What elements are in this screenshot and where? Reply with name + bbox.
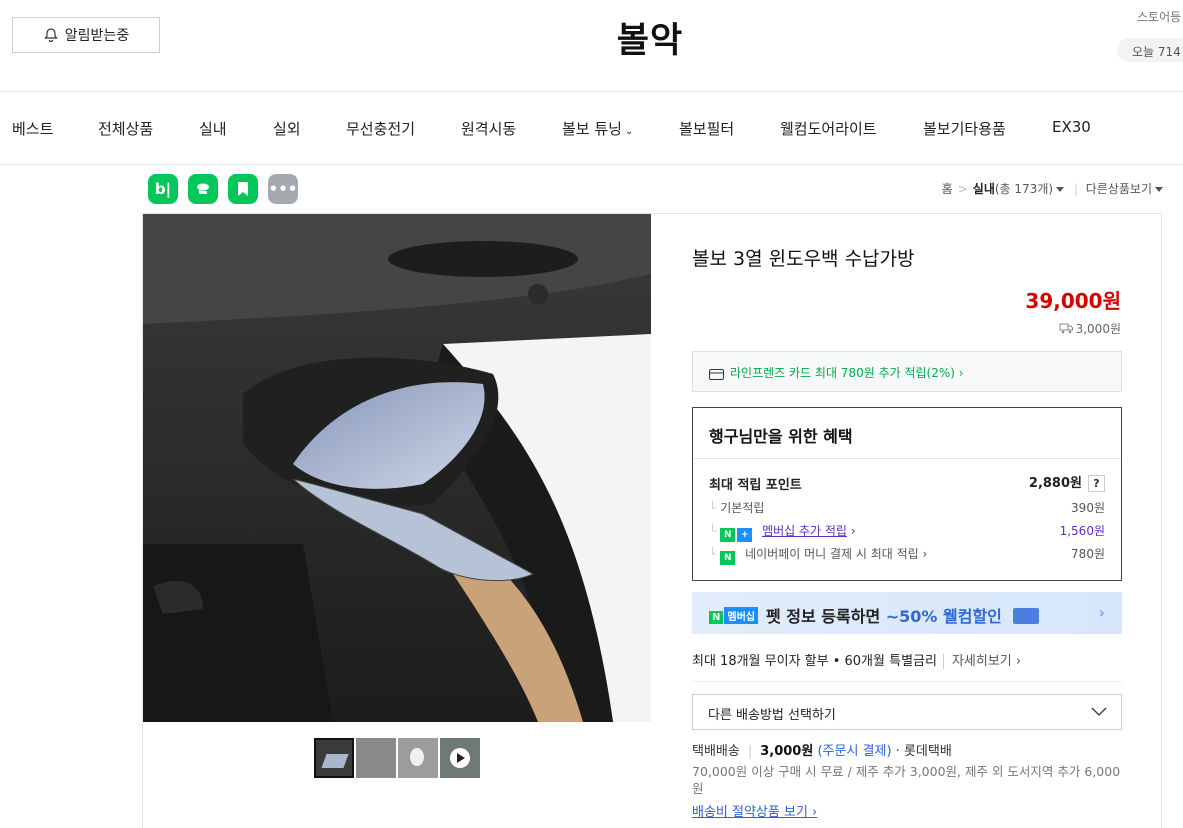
breadcrumb: 홈 > 실내(총 173개) | 다른상품보기: [942, 180, 1163, 197]
other-products-link[interactable]: 다른상품보기: [1086, 182, 1152, 196]
thumbnail-video[interactable]: [440, 738, 480, 778]
benefit-row-naverpay[interactable]: └ N 네이버페이 머니 결제 시 최대 적립 › 780원: [709, 545, 1105, 565]
shipping-method: 택배배송: [692, 744, 740, 759]
nav-item-ex30[interactable]: EX30: [1052, 118, 1091, 136]
thumbnail-1[interactable]: [314, 738, 354, 778]
benefit-row-basic: └ 기본적립 390원: [709, 501, 1105, 515]
play-icon: [450, 748, 470, 768]
card-promo-text: 라인프렌즈 카드 최대 780원 추가 적립(2%): [730, 366, 955, 380]
shipping-fee-note: (주문시 결제): [817, 744, 892, 759]
product-price: 39,000원: [1025, 289, 1121, 313]
promo-text: 펫 정보 등록하면: [765, 607, 886, 626]
bookmark-icon[interactable]: [228, 174, 258, 204]
thumbnail-2[interactable]: [356, 738, 396, 778]
chevron-right-icon: ›: [958, 366, 964, 380]
benefit-row-label: 기본적립: [720, 501, 765, 515]
chevron-down-icon: [1091, 707, 1107, 716]
blog-icon[interactable]: b|: [148, 174, 178, 204]
shipping-fee-amount: 3,000원: [760, 744, 814, 759]
divider: [692, 681, 1122, 682]
coupon-icon: [1013, 608, 1040, 624]
breadcrumb-category[interactable]: 실내: [973, 182, 995, 196]
store-fav-label[interactable]: 스토어등: [1137, 8, 1181, 25]
nav-item-best[interactable]: 베스트: [12, 118, 53, 139]
thumbnail-strip: [314, 738, 480, 778]
installment-more-label: 자세히보기: [951, 654, 1012, 669]
card-icon: [709, 369, 724, 380]
caret-down-icon[interactable]: [1155, 187, 1163, 192]
nav-item-volvo-filter[interactable]: 볼보필터: [679, 118, 734, 139]
nav-item-wireless-charger[interactable]: 무선충전기: [346, 118, 415, 139]
chevron-right-icon: ›: [1098, 603, 1105, 622]
naver-tag: N: [709, 611, 724, 624]
benefit-title: 행구님만을 위한 혜택: [693, 408, 1121, 459]
membership-tag: 멤버십: [724, 607, 758, 624]
today-visitors: 오늘 714: [1117, 38, 1183, 62]
category-nav: 베스트 전체상품 실내 실외 무선충전기 원격시동 볼보 튜닝 ⌄ 볼보필터 웰컴…: [0, 92, 1183, 165]
talk-icon[interactable]: [188, 174, 218, 204]
truck-icon: [1059, 323, 1073, 334]
store-name[interactable]: 볼악: [0, 12, 1183, 63]
shipping-fee: 3,000원: [1059, 320, 1121, 337]
plus-icon: +: [737, 528, 753, 542]
chevron-right-icon: ›: [812, 805, 818, 820]
shipping-saving-link[interactable]: 배송비 절약상품 보기 ›: [692, 801, 817, 820]
nav-item-exterior[interactable]: 실외: [273, 118, 301, 139]
max-points-row: 최대 적립 포인트 2,880원?: [709, 474, 1105, 493]
promo-highlight: ~50% 웰컴할인: [885, 607, 1002, 626]
breadcrumb-count: (총 173개): [994, 182, 1054, 196]
share-row: b| •••: [148, 174, 298, 204]
product-title: 볼보 3열 윈도우백 수납가방: [692, 248, 915, 270]
shipping-courier: 롯데택배: [903, 744, 952, 759]
product-main-image[interactable]: [143, 214, 651, 722]
benefit-row-value: 390원: [1071, 501, 1105, 515]
installment-info: 최대 18개월 무이자 할부 • 60개월 특별금리 자세히보기 ›: [692, 650, 1022, 669]
benefit-row-value: 780원: [1071, 547, 1105, 561]
help-icon[interactable]: ?: [1088, 475, 1105, 492]
max-points-label: 최대 적립 포인트: [709, 478, 802, 493]
max-points-value: 2,880원: [1028, 476, 1082, 491]
chevron-down-icon: ⌄: [624, 126, 634, 137]
nav-item-volvo-tuning-label: 볼보 튜닝: [562, 120, 622, 138]
benefit-row-label: 네이버페이 머니 결제 시 최대 적립: [745, 547, 919, 561]
benefit-box: 행구님만을 위한 혜택 최대 적립 포인트 2,880원? └ 기본적립 390원…: [692, 407, 1122, 581]
naver-n-icon: N: [720, 528, 736, 542]
breadcrumb-home[interactable]: 홈: [942, 182, 953, 196]
nav-item-remote-start[interactable]: 원격시동: [461, 118, 516, 139]
installment-more-link[interactable]: 자세히보기 ›: [942, 654, 1022, 669]
shipping-method-select[interactable]: 다른 배송방법 선택하기: [692, 694, 1122, 730]
chevron-right-icon: ›: [850, 524, 856, 538]
shipping-line: 택배배송 | 3,000원 (주문시 결제) · 롯데택배: [692, 744, 952, 759]
benefit-row-membership[interactable]: └ N + 멤버십 추가 적립 › 1,560원: [709, 522, 1105, 542]
thumbnail-3[interactable]: [398, 738, 438, 778]
shipping-note: 70,000원 이상 구매 시 무료 / 제주 추가 3,000원, 제주 외 …: [692, 764, 1121, 796]
chevron-right-icon: ›: [922, 547, 928, 561]
nav-item-volvo-tuning[interactable]: 볼보 튜닝 ⌄: [562, 118, 633, 139]
shipping-fee-value: 3,000원: [1075, 322, 1121, 336]
nav-item-all[interactable]: 전체상품: [98, 118, 153, 139]
nav-item-interior[interactable]: 실내: [199, 118, 227, 139]
shipping-select-label: 다른 배송방법 선택하기: [708, 708, 836, 723]
caret-down-icon[interactable]: [1056, 187, 1065, 192]
benefit-row-value: 1,560원: [1059, 524, 1105, 538]
benefit-row-label: 멤버십 추가 적립: [762, 524, 847, 538]
card-promo[interactable]: 라인프렌즈 카드 최대 780원 추가 적립(2%) ›: [692, 351, 1122, 392]
nav-item-welcome-light[interactable]: 웰컴도어라이트: [780, 118, 877, 139]
store-header: 알림받는중 볼악 스토어등 오늘 714: [0, 0, 1183, 92]
installment-text: 최대 18개월 무이자 할부 • 60개월 특별금리: [692, 654, 937, 669]
more-icon[interactable]: •••: [268, 174, 298, 204]
nav-item-volvo-etc[interactable]: 볼보기타용품: [923, 118, 1006, 139]
naverpay-icon: N: [720, 551, 736, 565]
pet-promo-banner[interactable]: N 멤버십 펫 정보 등록하면 ~50% 웰컴할인 ›: [692, 592, 1122, 634]
shipping-saving-label: 배송비 절약상품 보기: [692, 805, 808, 820]
